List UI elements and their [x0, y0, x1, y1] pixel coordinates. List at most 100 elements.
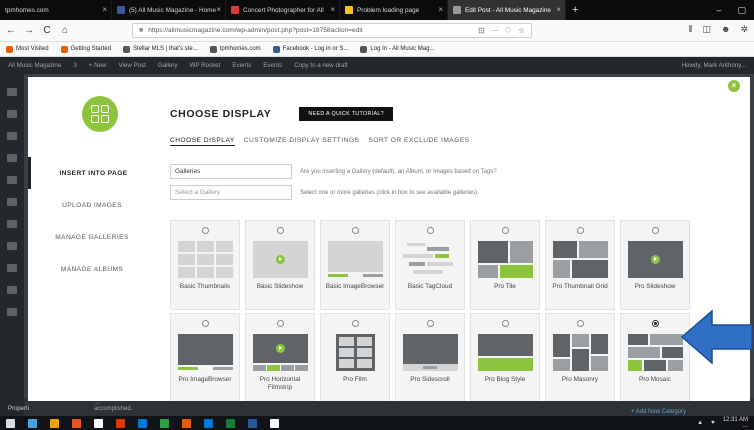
tab-close-icon[interactable]: ×: [438, 5, 443, 14]
taskbar-app-icon[interactable]: [182, 418, 191, 428]
display-type-radio[interactable]: [577, 227, 584, 234]
taskbar-app-icon[interactable]: [226, 418, 235, 428]
maximize-button[interactable]: ▢: [729, 5, 754, 16]
taskbar-app-icon[interactable]: [248, 418, 257, 428]
taskbar-app-icon[interactable]: [28, 418, 37, 428]
admin-bar-user[interactable]: Howdy, Mark Anthony...: [682, 62, 746, 69]
browser-tab[interactable]: tpmhomes.com ×: [0, 0, 112, 20]
display-type-card[interactable]: Pro Slideshow: [620, 220, 690, 310]
display-type-card[interactable]: Pro Thumbnail Grid: [545, 220, 615, 310]
display-type-radio[interactable]: [352, 320, 359, 327]
forward-icon[interactable]: →: [24, 25, 34, 36]
taskbar-app-icon[interactable]: [94, 418, 103, 428]
menu-appearance-icon[interactable]: [7, 198, 17, 206]
menu-plugins-icon[interactable]: [7, 220, 17, 228]
display-type-card[interactable]: Pro Horizontal Filmstrip: [245, 313, 315, 401]
browser-tab[interactable]: Problem loading page ×: [340, 0, 448, 20]
taskbar-app-icon[interactable]: [50, 418, 59, 428]
display-type-radio[interactable]: [502, 320, 509, 327]
modal-tab[interactable]: CUSTOMIZE DISPLAY SETTINGS: [244, 137, 360, 146]
display-type-radio[interactable]: [427, 227, 434, 234]
browser-tab[interactable]: Edit Post - All Music Magazine ×: [448, 0, 566, 20]
taskbar-app-icon[interactable]: [160, 418, 169, 428]
bookmark-item[interactable]: Log In - All Music Mag...: [360, 45, 434, 53]
source-select[interactable]: Galleries: [170, 164, 292, 179]
bookmark-item[interactable]: tpmhomes.com: [209, 45, 261, 53]
menu-pages-icon[interactable]: [7, 154, 17, 162]
clock[interactable]: 12:31 AM ...: [723, 417, 748, 429]
pocket-icon[interactable]: ♡: [505, 26, 512, 35]
admin-bar-item[interactable]: Copy to a new draft: [294, 62, 348, 69]
display-type-radio[interactable]: [502, 227, 509, 234]
menu-comments-icon[interactable]: [7, 176, 17, 184]
menu-users-icon[interactable]: [7, 242, 17, 250]
display-type-card[interactable]: Basic Thumbnails: [170, 220, 240, 310]
display-type-radio[interactable]: [352, 227, 359, 234]
tab-close-icon[interactable]: ×: [102, 5, 107, 14]
display-type-radio[interactable]: [277, 320, 284, 327]
bookmark-item[interactable]: Facebook - Log in or S...: [272, 45, 348, 53]
url-bar[interactable]: ■ https://allmusicmagazine.com/wp-admin/…: [132, 23, 532, 38]
admin-bar-item[interactable]: View Post: [118, 62, 145, 69]
modal-tab[interactable]: CHOOSE DISPLAY: [170, 137, 235, 146]
browser-tab[interactable]: Concert Photographer for All ×: [226, 0, 340, 20]
admin-bar-item[interactable]: WP Rocket: [190, 62, 221, 69]
volume-icon[interactable]: ♥: [711, 420, 715, 426]
menu-tools-icon[interactable]: [7, 264, 17, 272]
browser-tab[interactable]: (5) All Music Magazine - Home ×: [112, 0, 226, 20]
display-type-radio[interactable]: [202, 320, 209, 327]
close-icon[interactable]: ×: [728, 80, 740, 92]
minimize-button[interactable]: –: [708, 5, 729, 15]
menu-posts-icon[interactable]: [7, 110, 17, 118]
display-type-card[interactable]: Pro Tile: [470, 220, 540, 310]
display-type-radio[interactable]: [427, 320, 434, 327]
admin-bar-item[interactable]: 3: [73, 62, 76, 69]
menu-gallery-icon[interactable]: [7, 308, 17, 316]
sidebar-icon[interactable]: ◫: [702, 24, 711, 35]
gallery-select[interactable]: Select a Gallery: [170, 185, 292, 200]
admin-bar-item[interactable]: + New: [89, 62, 107, 69]
display-type-radio[interactable]: [577, 320, 584, 327]
page-actions-icon[interactable]: ···: [491, 26, 499, 35]
tab-close-icon[interactable]: ×: [216, 5, 221, 14]
display-type-card[interactable]: Basic TagCloud: [395, 220, 465, 310]
display-type-radio[interactable]: [652, 227, 659, 234]
admin-bar-item[interactable]: Events: [232, 62, 251, 69]
bookmark-item[interactable]: Getting Started: [60, 45, 111, 53]
display-type-card[interactable]: Basic ImageBrowser: [320, 220, 390, 310]
account-icon[interactable]: ☻: [721, 24, 730, 35]
taskbar-app-icon[interactable]: [116, 418, 125, 428]
display-type-card[interactable]: Basic Slideshow: [245, 220, 315, 310]
taskbar-app-icon[interactable]: [270, 418, 279, 428]
back-icon[interactable]: ←: [6, 25, 16, 36]
library-icon[interactable]: ⫴: [689, 24, 693, 35]
display-type-radio[interactable]: [277, 227, 284, 234]
taskbar-app-icon[interactable]: [204, 418, 213, 428]
display-type-radio[interactable]: [202, 227, 209, 234]
bookmark-star-icon[interactable]: ☆: [518, 26, 525, 35]
taskbar-app-icon[interactable]: [72, 418, 81, 428]
tab-close-icon[interactable]: ×: [330, 5, 335, 14]
menu-settings-icon[interactable]: [7, 286, 17, 294]
new-tab-button[interactable]: +: [566, 0, 584, 20]
modal-tab[interactable]: SORT OR EXCLUDE IMAGES: [368, 137, 469, 146]
network-icon[interactable]: ▲: [697, 420, 703, 426]
display-type-card[interactable]: Pro Masonry: [545, 313, 615, 401]
extension-icon[interactable]: ✲: [740, 24, 748, 35]
sidenav-item[interactable]: UPLOAD IMAGES: [28, 189, 156, 221]
bookmark-item[interactable]: Most Visited: [6, 45, 49, 53]
display-type-card[interactable]: Pro Sidescroll: [395, 313, 465, 401]
taskbar-app-icon[interactable]: [138, 418, 147, 428]
reload-icon[interactable]: C: [42, 25, 52, 36]
admin-bar-item[interactable]: Gallery: [158, 62, 178, 69]
menu-dashboard-icon[interactable]: [7, 88, 17, 96]
display-type-radio[interactable]: [652, 320, 659, 327]
bookmark-item[interactable]: Stellar MLS | that's ste...: [122, 45, 198, 53]
sidenav-item[interactable]: MANAGE ALBUMS: [28, 253, 156, 285]
tutorial-button[interactable]: NEED A QUICK TUTORIAL?: [299, 107, 393, 121]
display-type-card[interactable]: Pro Film: [320, 313, 390, 401]
menu-media-icon[interactable]: [7, 132, 17, 140]
sidenav-item[interactable]: MANAGE GALLERIES: [28, 221, 156, 253]
add-category-link[interactable]: + Add New Category: [631, 409, 686, 415]
tab-close-icon[interactable]: ×: [556, 5, 561, 14]
